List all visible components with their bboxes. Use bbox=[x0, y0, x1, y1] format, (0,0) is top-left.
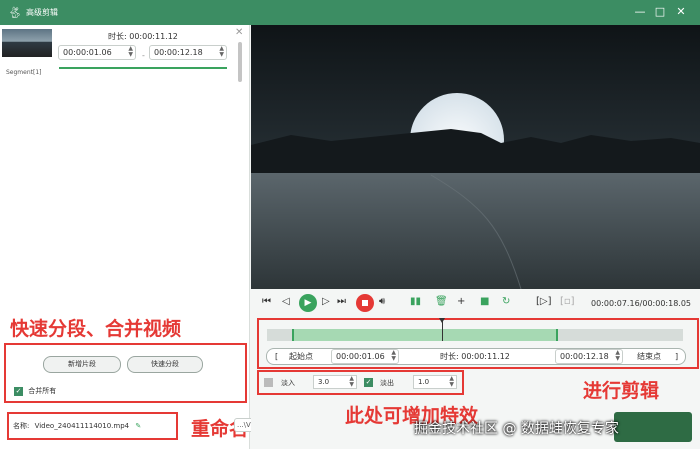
mark-out-icon[interactable]: [▫] bbox=[560, 296, 575, 308]
edit-pencil-icon[interactable]: ✎ bbox=[135, 422, 141, 430]
video-preview[interactable] bbox=[251, 25, 700, 289]
watermark-text: 掘金技术社区 @ 数据蛙恢复专家 bbox=[414, 421, 619, 437]
new-segment-button[interactable]: 新增片段 bbox=[43, 356, 121, 373]
segment-start-field[interactable]: 00:00:01.06 ▲ ▼ bbox=[58, 45, 136, 60]
skip-start-icon[interactable]: ⏮ bbox=[262, 296, 271, 308]
minimize-button[interactable]: — bbox=[633, 5, 647, 19]
playhead-marker[interactable] bbox=[438, 318, 445, 341]
set-start-button[interactable]: 起始点 bbox=[289, 351, 313, 363]
rabbit-logo-icon: 🐇︎ bbox=[8, 6, 22, 19]
segment-end-value: 00:00:12.18 bbox=[154, 48, 203, 57]
set-end-button[interactable]: 结束点 bbox=[637, 351, 661, 363]
scrollbar[interactable] bbox=[238, 42, 242, 82]
playback-timecode: 00:00:07.16/00:00:18.05 bbox=[591, 299, 691, 308]
segment-start-value: 00:00:01.06 bbox=[63, 48, 112, 57]
spinner-icon[interactable]: ▲ ▼ bbox=[449, 376, 454, 388]
spinner-icon[interactable]: ▲ ▼ bbox=[349, 376, 354, 388]
start-bracket: [ bbox=[275, 352, 279, 361]
name-field[interactable]: 名称: Video_240411114010.mp4 ✎ bbox=[13, 421, 141, 431]
timeline-selection[interactable] bbox=[291, 329, 559, 341]
segment-progress bbox=[59, 67, 227, 69]
trim-end-value: 00:00:12.18 bbox=[560, 352, 609, 361]
segment-thumbnail[interactable] bbox=[2, 29, 52, 57]
fade-out-checkbox[interactable]: ✓ bbox=[364, 378, 373, 387]
merge-all-label: 合并所有 bbox=[28, 387, 57, 395]
timeline-track[interactable] bbox=[267, 329, 683, 341]
mark-in-icon[interactable]: [▷] bbox=[536, 296, 552, 308]
end-bracket: ] bbox=[675, 352, 679, 361]
fade-out-label: 淡出 bbox=[380, 379, 394, 387]
export-button[interactable] bbox=[614, 412, 692, 442]
reset-icon[interactable]: ↻ bbox=[502, 296, 510, 308]
fade-in-checkbox[interactable]: ✓ bbox=[264, 378, 273, 387]
crop-icon[interactable]: ■ bbox=[480, 296, 489, 308]
split-icon[interactable]: ▮▮ bbox=[410, 296, 421, 308]
trim-end-field[interactable]: 00:00:12.18 ▲ ▼ bbox=[555, 349, 623, 364]
add-icon[interactable]: + bbox=[457, 296, 465, 308]
delete-icon[interactable]: 🗑︎ bbox=[435, 296, 448, 308]
checkbox-icon[interactable]: ✓ bbox=[14, 386, 23, 396]
maximize-button[interactable]: □ bbox=[653, 5, 667, 19]
fade-in-value: 3.0 bbox=[318, 378, 330, 386]
title-bar: 🐇︎ 高级剪辑 — □ ✕ bbox=[0, 0, 700, 25]
segment-duration: 时长: 00:00:11.12 bbox=[108, 32, 178, 41]
quick-split-button[interactable]: 快速分段 bbox=[127, 356, 203, 373]
spinner-icon[interactable]: ▲ ▼ bbox=[128, 46, 133, 58]
stop-button[interactable] bbox=[356, 294, 374, 312]
fade-out-field[interactable]: 1.0 ▲ ▼ bbox=[413, 375, 457, 389]
trim-start-field[interactable]: 00:00:01.06 ▲ ▼ bbox=[331, 349, 399, 364]
annotation-edit: 进行剪辑 bbox=[583, 380, 660, 402]
fade-in-label: 淡入 bbox=[281, 379, 295, 387]
merge-all-checkbox[interactable]: ✓ 合并所有 bbox=[14, 386, 56, 396]
close-button[interactable]: ✕ bbox=[674, 5, 688, 19]
trim-start-value: 00:00:01.06 bbox=[336, 352, 385, 361]
play-button[interactable]: ▶ bbox=[299, 294, 317, 312]
skip-end-icon[interactable]: ⏭ bbox=[337, 296, 346, 308]
step-back-icon[interactable]: ◁ bbox=[282, 296, 290, 308]
name-value[interactable]: Video_240411114010.mp4 bbox=[35, 422, 130, 430]
video-frame bbox=[251, 25, 700, 289]
spinner-icon[interactable]: ▲ ▼ bbox=[615, 350, 620, 362]
fade-in-field[interactable]: 3.0 ▲ ▼ bbox=[313, 375, 357, 389]
trim-bar: [ 起始点 00:00:01.06 ▲ ▼ 时长: 00:00:11.12 00:… bbox=[266, 348, 686, 365]
spinner-icon[interactable]: ▲ ▼ bbox=[391, 350, 396, 362]
annotation-quick-split: 快速分段、合并视频 bbox=[10, 318, 182, 340]
volume-icon[interactable]: 🔊︎ bbox=[379, 296, 385, 308]
segment-label: Segment[1] bbox=[6, 69, 42, 76]
range-dash: - bbox=[142, 51, 145, 60]
trim-duration: 时长: 00:00:11.12 bbox=[440, 352, 510, 361]
name-label: 名称: bbox=[13, 422, 30, 430]
fade-out-value: 1.0 bbox=[418, 378, 430, 386]
spinner-icon[interactable]: ▲ ▼ bbox=[219, 46, 224, 58]
app-window: 🐇︎ 高级剪辑 — □ ✕ Segment[1] 时长: 00:00:11.12… bbox=[0, 0, 700, 449]
segment-end-field[interactable]: 00:00:12.18 ▲ ▼ bbox=[149, 45, 227, 60]
step-forward-icon[interactable]: ▷ bbox=[322, 296, 330, 308]
segment-close-icon[interactable]: ✕ bbox=[235, 27, 243, 38]
window-title: 高级剪辑 bbox=[26, 8, 58, 17]
